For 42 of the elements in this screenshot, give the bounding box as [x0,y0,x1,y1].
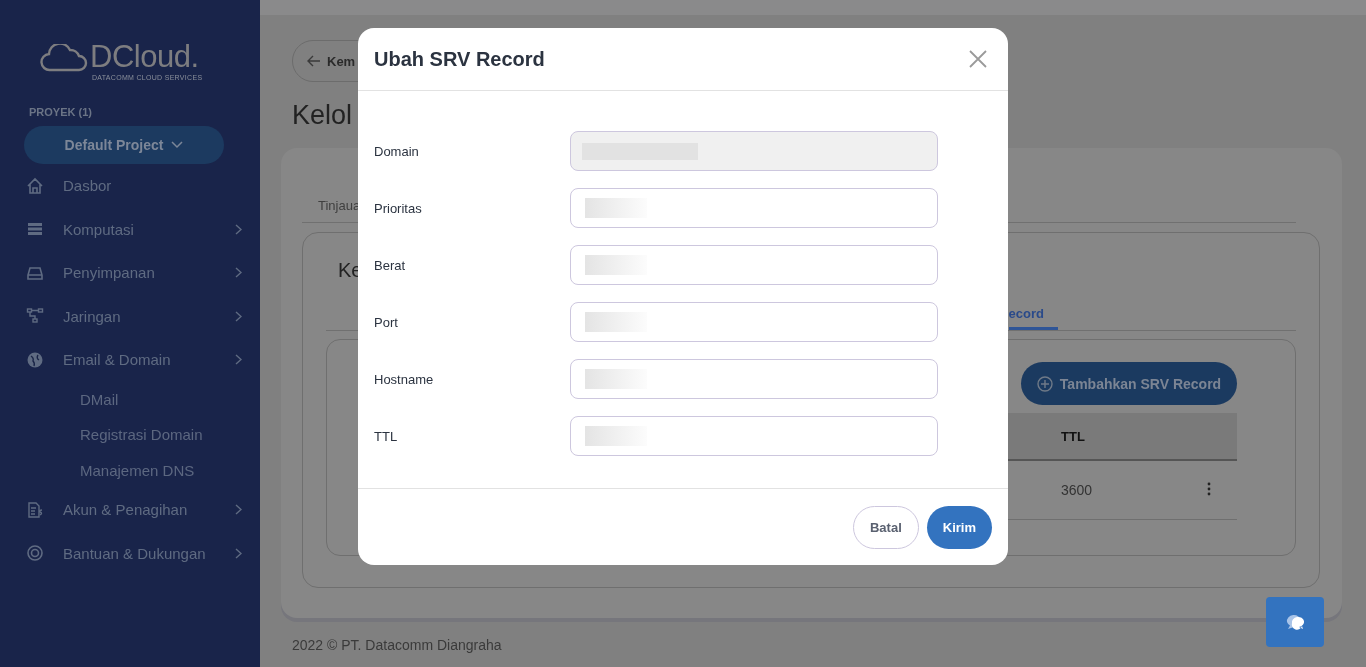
input-field[interactable] [570,188,938,228]
cancel-button[interactable]: Batal [852,505,919,549]
chat-bubble-icon [1284,613,1306,631]
input-field[interactable] [570,359,938,399]
project-label: PROYEK (1) [29,106,93,118]
invoice-icon [26,500,44,519]
globe-icon [26,350,44,369]
lifebuoy-icon [26,544,44,563]
nav-item[interactable]: Jaringan [0,294,260,338]
add-record-button[interactable]: Tambahkan SRV Record [1021,362,1237,405]
project-dropdown[interactable]: Default Project [24,126,224,164]
cloud-logo-icon [40,44,88,72]
field-label: TTL [374,428,399,444]
nav-subitem[interactable]: DMail [0,381,260,417]
nav-item[interactable]: Bantuan & Dukungan [0,531,260,575]
input-field[interactable] [570,416,938,456]
home-icon [26,176,44,195]
nav-subitem[interactable]: Registrasi Domain [0,417,260,453]
network-icon [26,307,44,326]
input-field[interactable] [570,245,938,285]
field-label: Port [374,314,399,330]
nav-item[interactable]: Dasbor [0,164,260,208]
more-options-icon[interactable] [1207,481,1211,496]
nav-item[interactable]: Penyimpanan [0,251,260,295]
field-label: Hostname [374,371,435,387]
chevron-down-icon [171,141,184,149]
field-label: Prioritas [374,200,423,216]
chat-button[interactable] [1266,597,1324,647]
plus-circle-icon [1036,375,1053,392]
submit-button[interactable]: Kirim [926,505,992,549]
nav-item[interactable]: Akun & Penagihan [0,488,260,532]
field-label: Domain [374,143,420,159]
page-title: Kelol [292,99,354,132]
input-field[interactable] [570,302,938,342]
nav-subitem[interactable]: Manajemen DNS [0,452,260,488]
close-icon[interactable] [969,50,987,68]
nav-item[interactable]: Email & Domain [0,338,260,382]
arrow-left-icon [307,55,321,67]
field-label: Berat [374,257,407,273]
copyright-text: 2022 © PT. Datacomm Diangraha [292,636,502,653]
nav-item[interactable]: Komputasi [0,207,260,251]
logo-name: DCloud. [90,40,200,74]
